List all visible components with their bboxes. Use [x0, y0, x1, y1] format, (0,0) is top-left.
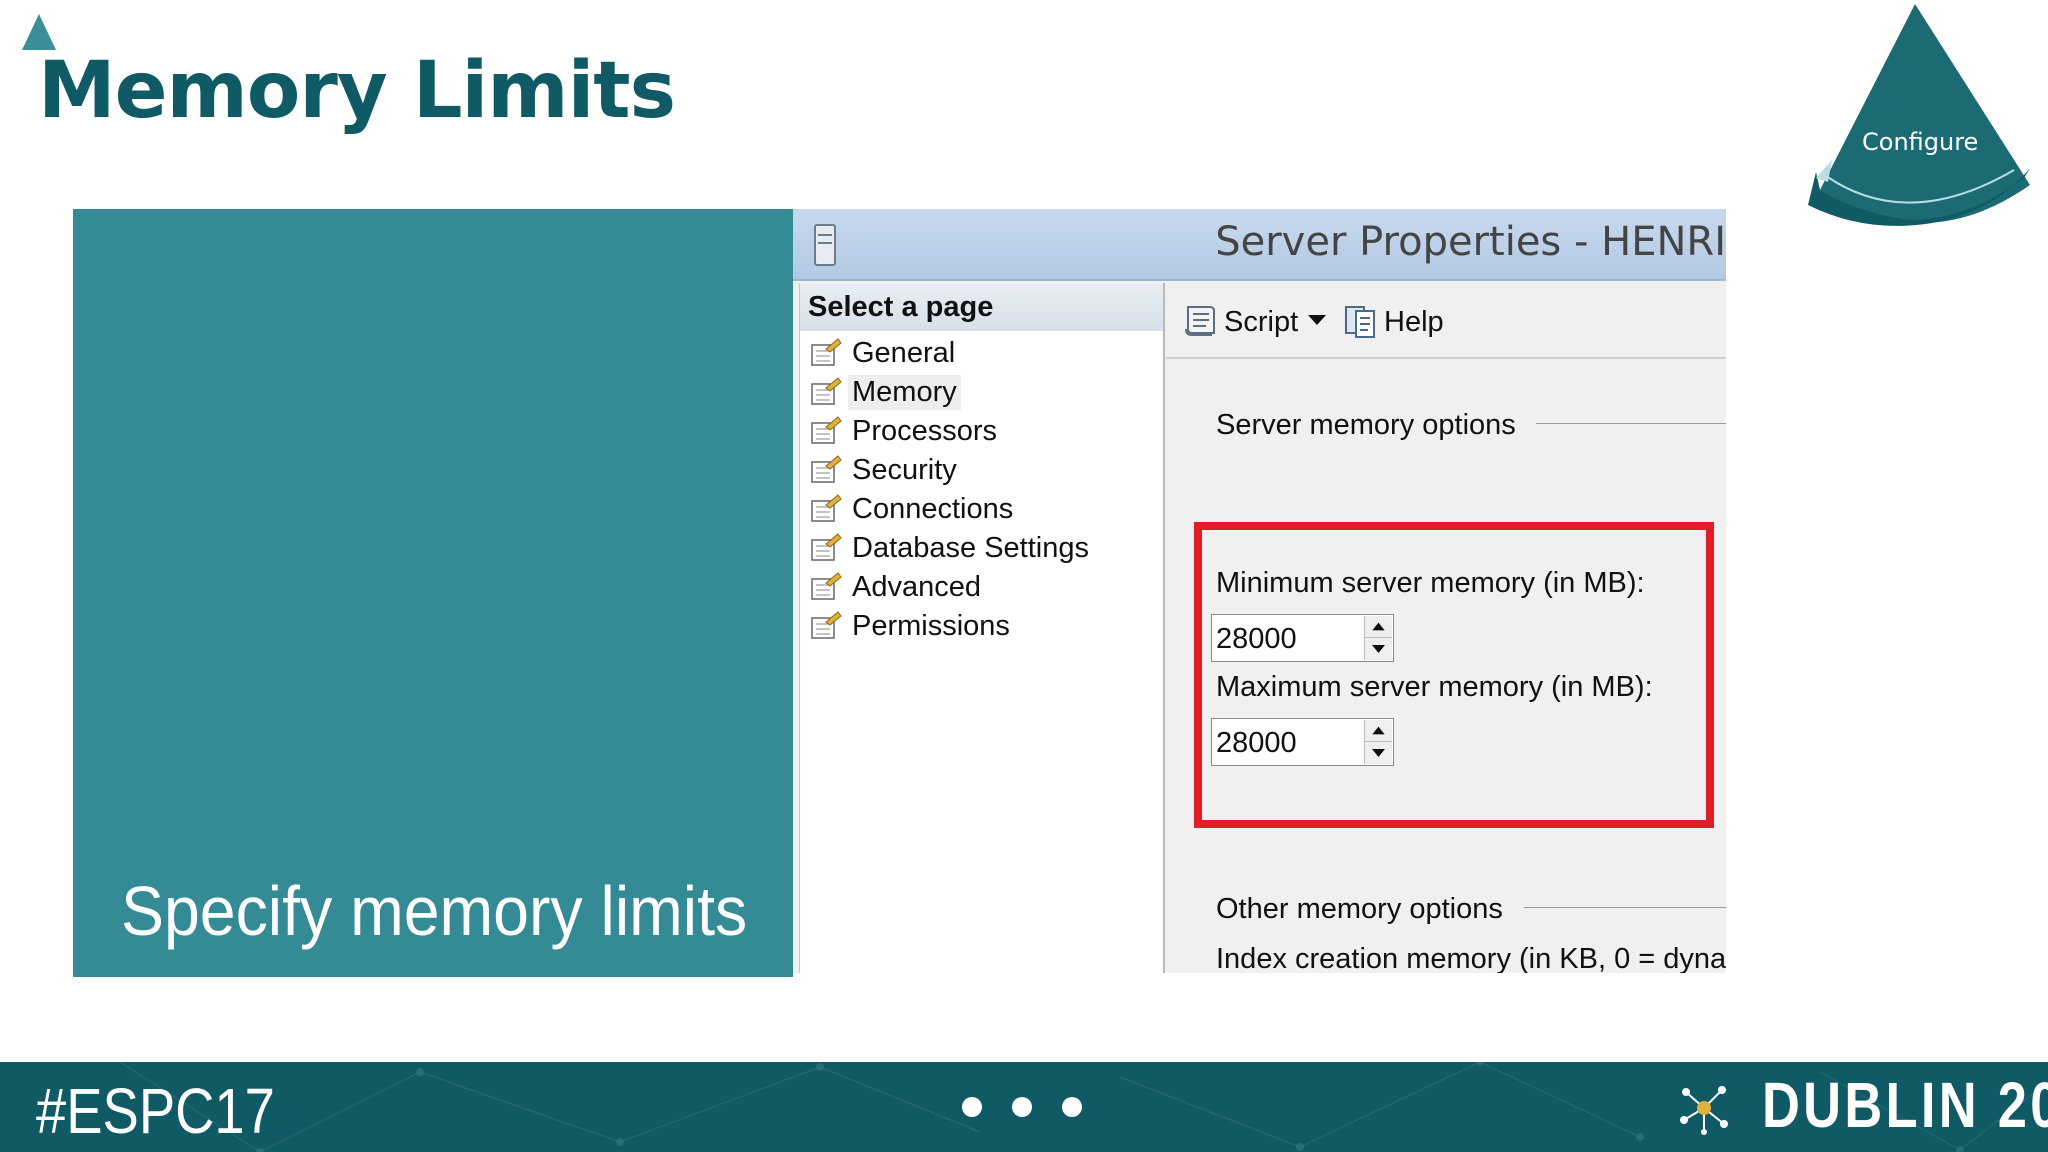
- max-memory-label: Maximum server memory (in MB):: [1216, 671, 1653, 703]
- max-memory-stepper[interactable]: 28000: [1211, 718, 1394, 766]
- min-memory-label: Minimum server memory (in MB):: [1216, 567, 1645, 599]
- dialog-titlebar[interactable]: Server Properties - HENRI: [793, 209, 1726, 281]
- page-item-label: Security: [852, 454, 957, 486]
- script-button[interactable]: Script: [1182, 301, 1302, 341]
- configure-label: Configure: [1862, 128, 1979, 156]
- spin-down-icon[interactable]: [1365, 742, 1392, 764]
- molecule-logo-icon: [1680, 1086, 1728, 1135]
- page-item-general[interactable]: General: [800, 333, 1163, 372]
- page-item-label: Permissions: [852, 610, 1010, 642]
- slide-progress-dots: [962, 1097, 1092, 1119]
- spin-buttons: [1364, 616, 1392, 660]
- max-memory-value: 28000: [1216, 727, 1297, 759]
- panel-caption: Specify memory limits: [121, 872, 748, 950]
- chevron-down-icon[interactable]: [1306, 313, 1328, 327]
- other-memory-section-label: Other memory options: [1216, 893, 1503, 925]
- property-page-icon: [811, 416, 842, 444]
- section-divider: [1524, 907, 1726, 908]
- spin-up-icon[interactable]: [1365, 616, 1392, 638]
- page-selector: Select a page General Memory Processors …: [799, 283, 1165, 973]
- selector-header: Select a page: [800, 283, 1163, 331]
- page-item-processors[interactable]: Processors: [800, 411, 1163, 450]
- property-page-icon: [811, 533, 842, 561]
- page-item-label: Database Settings: [852, 532, 1089, 564]
- event-hashtag: #ESPC17: [36, 1075, 275, 1147]
- spin-buttons: [1364, 720, 1392, 764]
- page-item-connections[interactable]: Connections: [800, 489, 1163, 528]
- property-page-icon: [811, 455, 842, 483]
- page-item-label: Memory: [848, 375, 961, 410]
- slide-dot[interactable]: [962, 1097, 982, 1117]
- page-item-label: Advanced: [852, 571, 981, 603]
- help-button[interactable]: Help: [1342, 301, 1462, 341]
- page-item-label: Processors: [852, 415, 998, 447]
- event-location: DUBLIN 2017: [1762, 1069, 2048, 1141]
- section-divider: [1536, 423, 1726, 424]
- page-item-database-settings[interactable]: Database Settings: [800, 528, 1163, 567]
- server-memory-section-label: Server memory options: [1216, 409, 1516, 441]
- slide-dot[interactable]: [1012, 1097, 1032, 1117]
- spin-down-icon[interactable]: [1365, 638, 1392, 660]
- help-icon: [1345, 306, 1375, 338]
- slide-title: Memory Limits: [38, 46, 676, 136]
- page-item-label: General: [852, 337, 956, 369]
- page-item-memory[interactable]: Memory: [800, 372, 1163, 411]
- page-item-security[interactable]: Security: [800, 450, 1163, 489]
- dialog-title: Server Properties - HENRI: [1215, 219, 1726, 265]
- min-memory-value: 28000: [1216, 623, 1297, 655]
- index-memory-label: Index creation memory (in KB, 0 = dyna: [1216, 943, 1726, 973]
- property-page-icon: [811, 494, 842, 522]
- page-item-label: Connections: [852, 493, 1014, 525]
- script-icon: [1185, 306, 1215, 336]
- property-page-icon: [811, 338, 842, 366]
- page-item-permissions[interactable]: Permissions: [800, 606, 1163, 645]
- script-label: Script: [1224, 306, 1299, 338]
- server-icon: [814, 224, 836, 266]
- property-page-icon: [811, 572, 842, 600]
- min-memory-stepper[interactable]: 28000: [1211, 614, 1394, 662]
- dialog-toolbar: Script Help: [1166, 283, 1726, 359]
- page-item-advanced[interactable]: Advanced: [800, 567, 1163, 606]
- help-label: Help: [1384, 306, 1444, 338]
- server-properties-dialog: Server Properties - HENRI Select a page …: [793, 209, 1726, 973]
- page-list: General Memory Processors Security Conne…: [800, 333, 1163, 645]
- spin-up-icon[interactable]: [1365, 720, 1392, 742]
- property-page-icon: [811, 611, 842, 639]
- caption-panel: Specify memory limits: [73, 209, 793, 977]
- property-page-icon: [811, 377, 842, 405]
- slide-dot[interactable]: [1062, 1097, 1082, 1117]
- configure-badge-icon: [1808, 4, 2030, 226]
